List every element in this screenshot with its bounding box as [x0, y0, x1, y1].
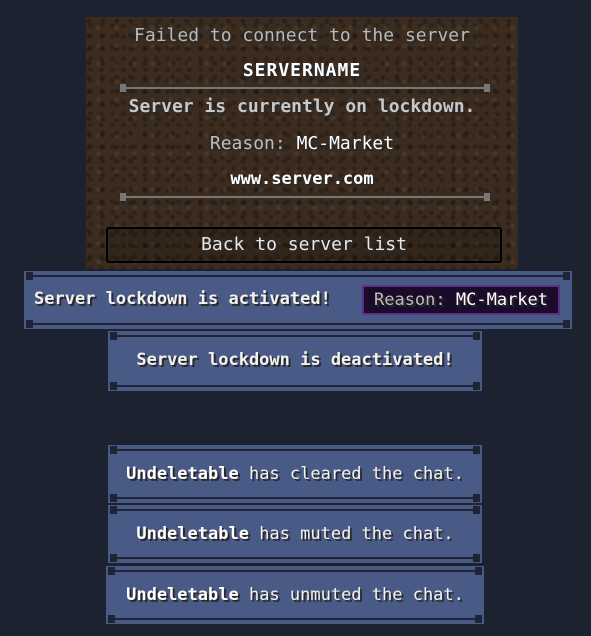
- chat-muted-text: Undeletable has muted the chat.: [108, 524, 482, 544]
- cleared-message: has cleared the chat.: [248, 464, 464, 484]
- chat-unmuted-text: Undeletable has unmuted the chat.: [106, 585, 484, 605]
- server-name: SERVERNAME: [242, 60, 362, 81]
- reason-line: Reason: MC-Market: [86, 133, 518, 154]
- player-name: Undeletable: [126, 464, 239, 484]
- banner-divider: [26, 320, 570, 328]
- reason-key: Reason:: [209, 133, 286, 154]
- reason-tooltip: Reason: MC-Market: [362, 285, 560, 315]
- banner-divider: [26, 272, 570, 280]
- banner-divider: [110, 332, 480, 340]
- banner-divider: [108, 615, 482, 623]
- player-name: Undeletable: [136, 524, 249, 544]
- lockdown-message: Server is currently on lockdown.: [128, 96, 476, 117]
- server-website: www.server.com: [230, 169, 374, 189]
- back-to-server-list-button[interactable]: Back to server list: [106, 227, 502, 263]
- divider-bottom: [120, 193, 490, 201]
- lockdown-deactivated-text: Server lockdown is deactivated!: [136, 350, 454, 370]
- chat-muted-banner: Undeletable has muted the chat.: [108, 505, 482, 563]
- disconnect-title: Failed to connect to the server: [134, 25, 470, 46]
- unmuted-message: has unmuted the chat.: [248, 585, 464, 605]
- lockdown-deactivated-banner: Server lockdown is deactivated!: [108, 331, 482, 391]
- tooltip-reason-key: Reason:: [373, 290, 446, 310]
- chat-unmuted-banner: Undeletable has unmuted the chat.: [106, 566, 484, 624]
- banner-divider: [110, 494, 480, 502]
- banner-divider: [110, 446, 480, 454]
- player-name: Undeletable: [126, 585, 239, 605]
- tooltip-reason-value: MC-Market: [455, 290, 549, 310]
- banner-divider: [108, 567, 482, 575]
- banner-divider: [110, 554, 480, 562]
- muted-message: has muted the chat.: [259, 524, 454, 544]
- chat-cleared-text: Undeletable has cleared the chat.: [108, 464, 482, 484]
- banner-divider: [110, 506, 480, 514]
- divider-top: [120, 84, 490, 92]
- reason-value: MC-Market: [296, 133, 395, 154]
- banner-divider: [110, 382, 480, 390]
- chat-cleared-banner: Undeletable has cleared the chat.: [108, 445, 482, 503]
- disconnect-screen: Failed to connect to the server SERVERNA…: [86, 17, 518, 269]
